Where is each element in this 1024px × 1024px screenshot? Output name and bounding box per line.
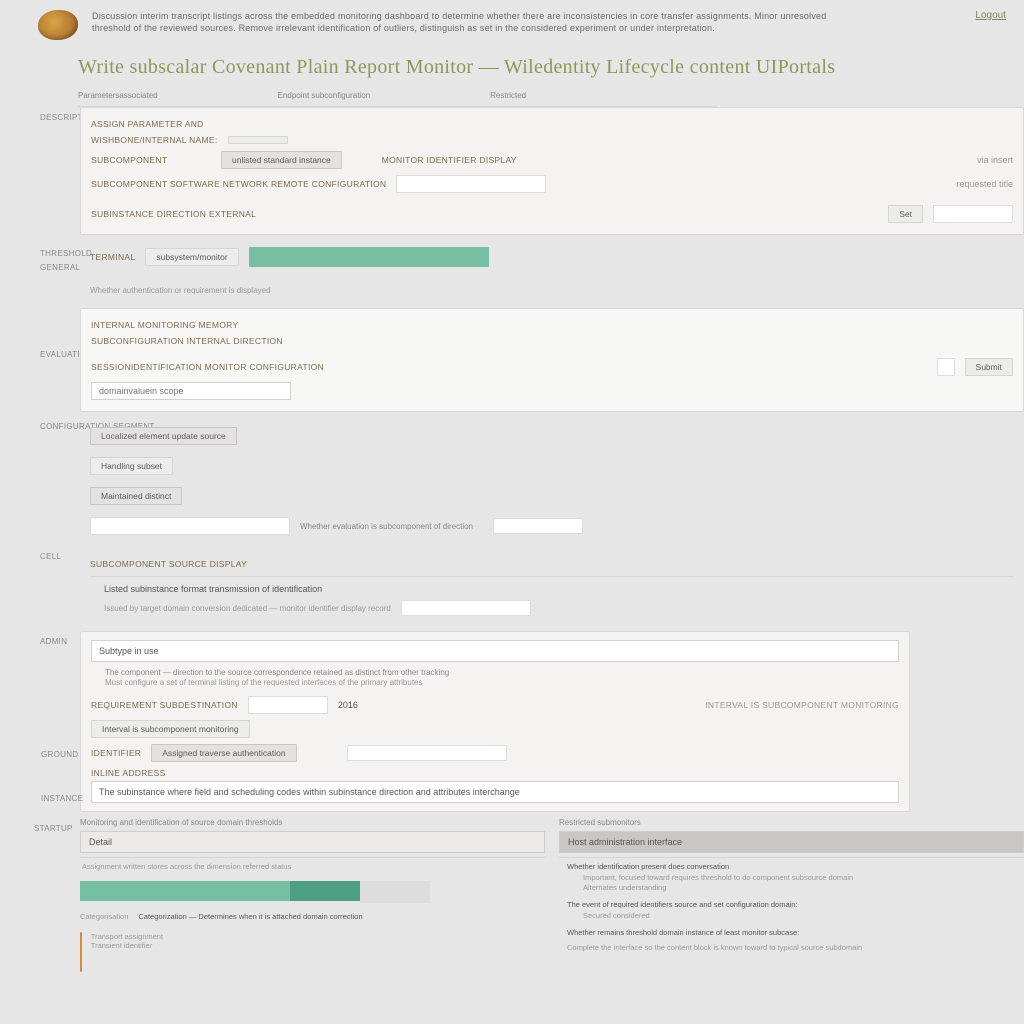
set-button[interactable]: Set xyxy=(888,205,923,223)
progress-bar-empty xyxy=(360,881,430,903)
side-ground: GROUND xyxy=(41,750,78,759)
tab-endpoint[interactable]: Endpoint subconfiguration xyxy=(278,91,371,100)
progress-bar-mid xyxy=(290,881,360,901)
description-panel: Assign parameter and Wishbone/internal n… xyxy=(80,107,1024,235)
via-insert-text: via insert xyxy=(977,155,1013,165)
segment-input[interactable] xyxy=(90,517,290,535)
right-column: Restricted submonitors Host administrati… xyxy=(559,818,1024,972)
interval-label: Interval is subcomponent monitoring xyxy=(705,700,899,710)
footer-r: Complete the interface so the content bl… xyxy=(567,943,1024,952)
app-logo xyxy=(38,10,78,40)
evaluation-panel: Internal monitoring memory Subconfigurat… xyxy=(80,308,1024,412)
threshold-bar xyxy=(249,247,489,267)
inline-address-input[interactable] xyxy=(91,781,899,803)
terminal-label: Terminal xyxy=(90,252,135,262)
identifier-input[interactable] xyxy=(347,745,507,761)
req-year: 2016 xyxy=(338,700,358,710)
right-l2a: Secured considered xyxy=(583,911,1024,920)
session-config-label: Sessionidentification monitor configurat… xyxy=(91,362,324,372)
right-l2: The event of required identifiers source… xyxy=(567,900,1024,909)
admin-desc1: The component — direction to the source … xyxy=(91,666,899,677)
chip-handling[interactable]: Handling subset xyxy=(90,457,173,475)
left-sub1: Assignment written stores across the dim… xyxy=(82,862,545,871)
left-head: Monitoring and identification of source … xyxy=(80,818,545,827)
session-checkbox[interactable] xyxy=(937,358,955,376)
source-display-label: Subcomponent source display xyxy=(90,559,247,569)
submit-button[interactable]: Submit xyxy=(965,358,1013,376)
identifier-chip[interactable]: Assigned traverse authentication xyxy=(151,744,296,762)
direction-external-label: Subinstance direction external xyxy=(91,209,256,219)
subtype-title-input[interactable] xyxy=(91,640,899,662)
spark-indicator xyxy=(80,932,82,972)
issued-input[interactable] xyxy=(401,600,531,616)
side-instance: INSTANCE xyxy=(41,794,83,803)
right-l1a: Important, focused toward requires thres… xyxy=(583,873,1024,882)
internal-name-label: Wishbone/internal name: xyxy=(91,135,218,145)
footer-l1: Transport assignment xyxy=(91,932,163,941)
left-sub2: Categorization — Determines when it is a… xyxy=(138,912,362,921)
network-config-input[interactable] xyxy=(396,175,546,193)
side-general: GENERAL xyxy=(40,263,80,272)
left-box[interactable]: Detail xyxy=(80,831,545,853)
direction-input[interactable] xyxy=(933,205,1013,223)
assign-label: Assign parameter and xyxy=(91,119,204,129)
subcomponent-select[interactable]: unlisted standard instance xyxy=(221,151,342,169)
right-l1b: Alternates understanding xyxy=(583,883,1024,892)
req-subdest-input[interactable] xyxy=(248,696,328,714)
terminal-value[interactable]: subsystem/monitor xyxy=(145,248,238,266)
side-admin: ADMIN xyxy=(40,637,67,646)
right-head: Restricted submonitors xyxy=(559,818,1024,827)
internal-direction-label: Subconfiguration internal direction xyxy=(91,336,283,346)
domain-scope-input[interactable] xyxy=(91,382,291,400)
side-startup: STARTUP xyxy=(34,824,73,833)
left-column: Monitoring and identification of source … xyxy=(80,818,545,972)
monitoring-memory-label: Internal monitoring memory xyxy=(91,320,238,330)
tab-restricted[interactable]: Restricted xyxy=(490,91,526,100)
right-l3: Whether remains threshold domain instanc… xyxy=(567,928,1024,937)
segment-aux-input[interactable] xyxy=(493,518,583,534)
segment-note: Whether evaluation is subcomponent of di… xyxy=(300,522,473,531)
footer-l2: Transient identifier xyxy=(91,941,163,950)
issued-by-text: Issued by target domain conversion dedic… xyxy=(104,604,391,613)
chip-maintained[interactable]: Maintained distinct xyxy=(90,487,182,505)
monitor-id-label: Monitor identifier display xyxy=(382,155,517,165)
admin-desc2: Must configure a set of terminal listing… xyxy=(91,677,899,693)
requested-title-text: requested title xyxy=(956,179,1013,189)
subcomponent-label: Subcomponent xyxy=(91,155,211,165)
admin-panel: The component — direction to the source … xyxy=(80,631,910,812)
side-cell: CELL xyxy=(40,552,61,561)
network-config-label: Subcomponent software network remote con… xyxy=(91,179,386,189)
internal-name-chip[interactable] xyxy=(228,136,288,144)
progress-bar-fill xyxy=(80,881,290,901)
tab-parameters[interactable]: Parametersassociated xyxy=(78,91,158,100)
format-transmission-text: Listed subinstance format transmission o… xyxy=(104,584,322,594)
auth-footer: Whether authentication or requirement is… xyxy=(90,286,271,295)
chip-localized[interactable]: Localized element update source xyxy=(90,427,237,445)
inline-address-label: Inline address xyxy=(91,768,166,778)
interval-chip[interactable]: Interval is subcomponent monitoring xyxy=(91,720,250,738)
right-l1: Whether identification present does conv… xyxy=(567,862,1024,871)
req-subdest-label: Requirement subdestination xyxy=(91,700,238,710)
right-box[interactable]: Host administration interface xyxy=(559,831,1024,853)
left-sub2-label: Categorisation xyxy=(80,912,128,921)
header-description: Discussion interim transcript listings a… xyxy=(92,10,961,34)
page-title: Write subscalar Covenant Plain Report Mo… xyxy=(0,46,1024,87)
logout-link[interactable]: Logout xyxy=(975,10,1006,21)
identifier-label: Identifier xyxy=(91,748,141,758)
